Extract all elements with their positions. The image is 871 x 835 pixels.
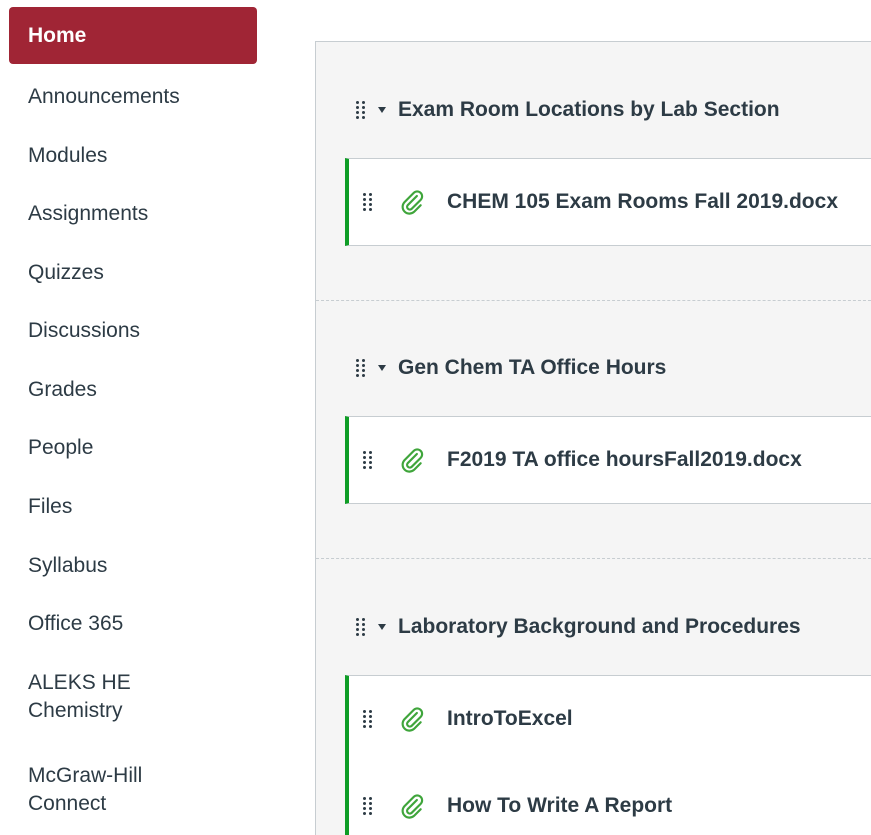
module-item[interactable]: CHEM 105 Exam Rooms Fall 2019.docx: [345, 158, 871, 246]
module-header[interactable]: Gen Chem TA Office Hours: [356, 348, 666, 388]
nav-item-mcgraw-hill-connect[interactable]: McGraw-Hill Connect: [9, 762, 199, 818]
nav-item-aleks-he-chemistry[interactable]: ALEKS HE Chemistry: [9, 669, 179, 725]
nav-item-quizzes[interactable]: Quizzes: [9, 259, 257, 287]
nav-item-files[interactable]: Files: [9, 493, 257, 521]
drag-handle-icon[interactable]: [363, 710, 373, 728]
modules-list: Exam Room Locations by Lab Section CHEM …: [315, 41, 871, 835]
module-item[interactable]: IntroToExcel: [345, 675, 871, 763]
module-item[interactable]: How To Write A Report: [345, 762, 871, 835]
module-item-title[interactable]: IntroToExcel: [447, 707, 573, 731]
drag-handle-icon[interactable]: [356, 359, 366, 377]
module-item[interactable]: F2019 TA office hoursFall2019.docx: [345, 416, 871, 504]
collapse-caret-icon[interactable]: [378, 624, 386, 630]
module-title[interactable]: Gen Chem TA Office Hours: [398, 356, 666, 380]
nav-item-assignments[interactable]: Assignments: [9, 200, 257, 228]
paperclip-icon: [401, 448, 424, 473]
course-navigation: Home Announcements Modules Assignments Q…: [0, 0, 270, 835]
drag-handle-icon[interactable]: [363, 451, 373, 469]
drag-handle-icon[interactable]: [356, 101, 366, 119]
collapse-caret-icon[interactable]: [378, 365, 386, 371]
module-title[interactable]: Laboratory Background and Procedures: [398, 615, 801, 639]
module-header[interactable]: Exam Room Locations by Lab Section: [356, 90, 780, 130]
module-divider: [316, 558, 871, 559]
module-item-title[interactable]: How To Write A Report: [447, 794, 672, 818]
nav-item-grades[interactable]: Grades: [9, 376, 257, 404]
drag-handle-icon[interactable]: [363, 796, 373, 815]
nav-item-home[interactable]: Home: [9, 7, 257, 64]
nav-item-office-365[interactable]: Office 365: [9, 610, 257, 638]
drag-handle-icon[interactable]: [363, 193, 373, 211]
nav-item-people[interactable]: People: [9, 434, 257, 462]
nav-item-syllabus[interactable]: Syllabus: [9, 552, 257, 580]
drag-handle-icon[interactable]: [356, 618, 366, 636]
course-page: Home Announcements Modules Assignments Q…: [0, 0, 871, 835]
paperclip-icon: [401, 190, 424, 215]
module-divider: [316, 300, 871, 301]
nav-item-announcements[interactable]: Announcements: [9, 83, 257, 111]
nav-item-discussions[interactable]: Discussions: [9, 317, 257, 345]
nav-item-modules[interactable]: Modules: [9, 142, 257, 170]
module-header[interactable]: Laboratory Background and Procedures: [356, 607, 801, 647]
module-item-title[interactable]: F2019 TA office hoursFall2019.docx: [447, 448, 802, 472]
module-item-title[interactable]: CHEM 105 Exam Rooms Fall 2019.docx: [447, 190, 838, 214]
paperclip-icon: [401, 707, 424, 732]
paperclip-icon: [401, 793, 424, 819]
collapse-caret-icon[interactable]: [378, 107, 386, 113]
module-title[interactable]: Exam Room Locations by Lab Section: [398, 98, 780, 122]
